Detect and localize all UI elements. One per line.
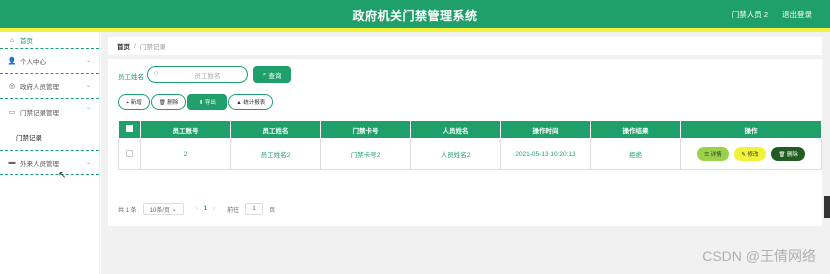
chevron-up-icon: ⌃ <box>85 108 91 114</box>
top-header: 政府机关门禁管理系统 门禁人员 2 退出登录 <box>0 0 830 28</box>
table-header-row: 员工账号 员工姓名 门禁卡号 人员姓名 操作时间 操作结果 操作 <box>118 120 822 139</box>
sidebar-item-profile[interactable]: 👤 个人中心 ⌄ <box>0 49 99 74</box>
logout-link[interactable]: 退出登录 <box>782 9 812 20</box>
goto-label: 前往 <box>227 207 240 214</box>
mouse-cursor-icon: ↖ <box>58 170 67 181</box>
edit-button[interactable]: ✎ 修改 <box>734 147 766 161</box>
header-right: 门禁人员 2 退出登录 <box>732 9 812 20</box>
chevron-down-icon: ⌄ <box>85 83 91 89</box>
sidebar-item-access[interactable]: ▭ 门禁记录管理 ⌃ <box>0 99 99 124</box>
action-toolbar: + 新增 🗑 删除 ⬇ 导出 ▲ 统计报表 <box>118 94 274 110</box>
sidebar-item-label: 个人中心 <box>20 59 46 66</box>
page-number[interactable]: 1 <box>204 206 207 212</box>
chevron-down-icon: ⌄ <box>85 58 91 64</box>
search-button-label: 查询 <box>268 72 282 80</box>
cell-result: 拒绝 <box>590 138 681 170</box>
watermark: CSDN @王倩网络 <box>702 248 816 264</box>
home-icon: ⌂ <box>9 36 15 44</box>
header-col: 操作结果 <box>590 120 681 139</box>
sidebar-item-home[interactable]: ⌂ 首页 <box>0 32 99 49</box>
checkbox[interactable] <box>126 149 133 157</box>
goto-input[interactable]: 1 <box>245 203 264 215</box>
breadcrumb-current: 门禁记录 <box>139 44 166 51</box>
cell-account: 2 <box>140 138 231 170</box>
page-size-select[interactable]: 10条/页 ⌄ <box>142 203 184 215</box>
header-select-all[interactable] <box>118 120 141 139</box>
page-size-value: 10条/页 <box>149 207 171 214</box>
row-delete-button[interactable]: 🗑 删除 <box>771 147 805 161</box>
goto-unit: 页 <box>269 207 276 214</box>
content-panel: 员工姓名 ○ 员工姓名 ⌕ 查询 + 新增 🗑 删除 ⬇ 导出 ▲ 统计报表 员… <box>108 59 822 226</box>
cell-name: 员工姓名2 <box>230 138 321 170</box>
prev-page-button[interactable]: ‹ <box>196 206 198 212</box>
cell-time: 2021-05-13 10:20:13 <box>500 138 591 170</box>
breadcrumb-home[interactable]: 首页 <box>117 41 130 51</box>
sidebar: ⌂ 首页 👤 个人中心 ⌄ ◎ 政府人员管理 ⌄ ▭ 门禁记录管理 ⌃ 门禁记录… <box>0 32 100 274</box>
current-user[interactable]: 门禁人员 2 <box>732 9 768 20</box>
header-col: 操作时间 <box>500 120 591 139</box>
next-page-button[interactable]: › <box>213 206 215 212</box>
sidebar-item-staff[interactable]: ◎ 政府人员管理 ⌄ <box>0 74 99 99</box>
row-select[interactable] <box>118 138 141 170</box>
breadcrumb-sep: / <box>134 42 136 50</box>
header-col: 员工姓名 <box>230 120 321 139</box>
sidebar-item-label: 外来人员管理 <box>20 160 59 168</box>
sidebar-item-label: 政府人员管理 <box>20 84 59 91</box>
sidebar-item-visitors[interactable]: ▬ 外来人员管理 ⌄ <box>0 150 99 175</box>
chevron-down-icon: ⌄ <box>85 160 91 166</box>
search-input[interactable]: ○ 员工姓名 <box>147 66 248 83</box>
cell-actions: ☰ 详情 ✎ 修改 🗑 删除 <box>680 138 822 170</box>
header-col: 操作 <box>680 120 822 139</box>
records-table: 员工账号 员工姓名 门禁卡号 人员姓名 操作时间 操作结果 操作 2 员工姓名2… <box>118 120 822 170</box>
main-area: 首页 / 门禁记录 员工姓名 ○ 员工姓名 ⌕ 查询 + 新增 🗑 删除 ⬇ 导… <box>101 32 830 274</box>
search-icon: ○ <box>154 70 159 77</box>
export-button[interactable]: ⬇ 导出 <box>187 94 228 110</box>
sidebar-item-label: 门禁记录管理 <box>20 109 59 117</box>
sidebar-item-label: 首页 <box>20 38 33 45</box>
sidebar-subitem-records[interactable]: 门禁记录 <box>0 124 99 150</box>
header-col: 门禁卡号 <box>320 120 411 139</box>
search-button[interactable]: ⌕ 查询 <box>253 66 291 83</box>
user-icon: 👤 <box>7 58 17 65</box>
stats-button[interactable]: ▲ 统计报表 <box>228 94 274 110</box>
search-button-icon: ⌕ <box>262 70 267 78</box>
app-title: 政府机关门禁管理系统 <box>352 9 478 23</box>
add-button[interactable]: + 新增 <box>118 94 150 110</box>
cell-person: 人员姓名2 <box>410 138 501 170</box>
card-icon: ▬ <box>8 159 16 166</box>
cell-card: 门禁卡号2 <box>320 138 411 170</box>
doc-icon: ▭ <box>8 108 16 116</box>
total-count: 共 1 条 <box>118 207 137 214</box>
header-col: 人员姓名 <box>410 120 501 139</box>
checkbox[interactable] <box>126 125 133 132</box>
delete-button[interactable]: 🗑 删除 <box>150 94 187 110</box>
pagination: 共 1 条 10条/页 ⌄ ‹ 1 › 前往 1 页 <box>118 202 275 216</box>
search-label: 员工姓名 <box>118 74 144 81</box>
circle-icon: ◎ <box>8 83 16 90</box>
header-col: 员工账号 <box>140 120 231 139</box>
breadcrumb: 首页 / 门禁记录 <box>108 37 822 55</box>
search-placeholder: 员工姓名 <box>194 72 221 80</box>
detail-button[interactable]: ☰ 详情 <box>697 147 729 161</box>
table-row: 2 员工姓名2 门禁卡号2 人员姓名2 2021-05-13 10:20:13 … <box>118 138 822 170</box>
side-scroll-handle[interactable] <box>824 196 830 218</box>
